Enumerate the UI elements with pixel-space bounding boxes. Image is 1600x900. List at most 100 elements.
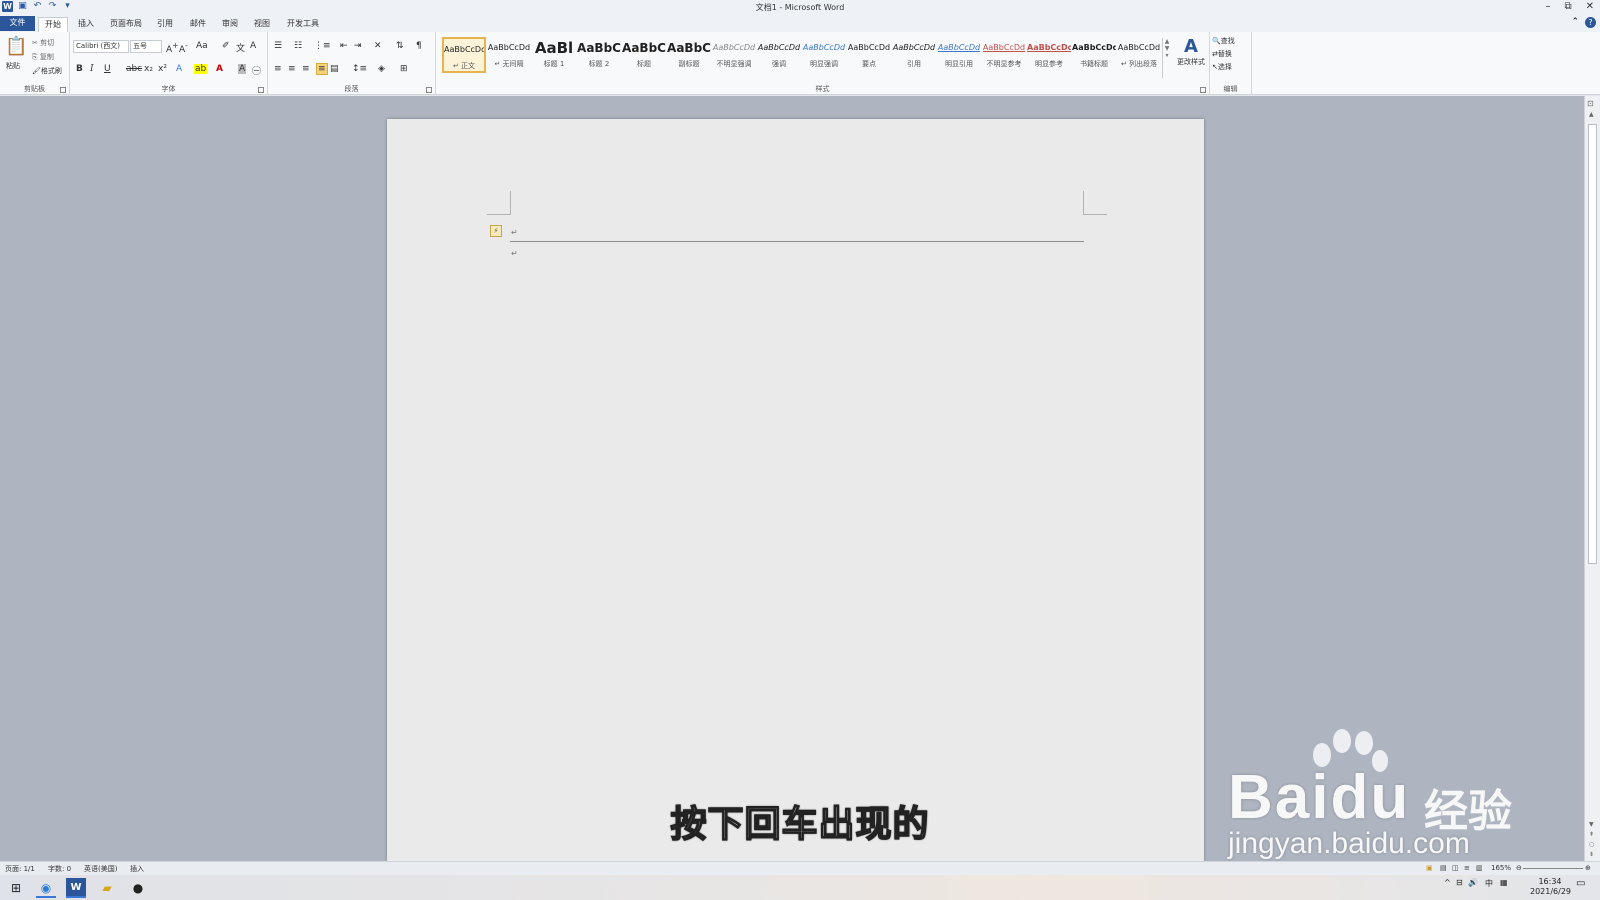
text-effects-icon[interactable]: A <box>176 64 182 74</box>
replace-button[interactable]: ⇄替换 <box>1212 49 1232 59</box>
sort-icon[interactable]: ⇅ <box>396 41 404 51</box>
chinese-layout-icon[interactable]: ✕ <box>374 41 382 51</box>
superscript-icon[interactable]: x² <box>158 64 167 74</box>
char-border-icon[interactable]: A <box>250 41 256 51</box>
more-icon[interactable]: ▾ <box>1165 52 1168 59</box>
zoom-slider[interactable] <box>1523 868 1583 869</box>
ruler-toggle-icon[interactable]: ⊡ <box>1587 99 1594 108</box>
chevron-up-icon[interactable]: ▲ <box>1165 38 1170 45</box>
paste-button[interactable]: 粘贴 <box>6 61 20 71</box>
style-heading-1[interactable]: AaBl 标题 1 <box>532 37 576 73</box>
chevron-down-icon[interactable]: ▼ <box>1165 45 1170 52</box>
tab-references[interactable]: 引用 <box>151 17 179 32</box>
tab-insert[interactable]: 插入 <box>72 17 100 32</box>
next-page-icon[interactable]: ⇟ <box>1589 851 1594 858</box>
language-indicator[interactable]: 英语(美国) <box>84 864 117 874</box>
multilevel-list-icon[interactable]: ⋮≡ <box>314 41 331 51</box>
scroll-up-icon[interactable]: ▲ <box>1589 111 1594 118</box>
increase-indent-icon[interactable]: ⇥ <box>354 41 362 51</box>
zoom-level[interactable]: 165% <box>1491 864 1511 872</box>
subscript-icon[interactable]: x₂ <box>144 64 153 74</box>
format-painter-button[interactable]: 🖌格式刷 <box>32 66 62 76</box>
font-launcher-icon[interactable] <box>258 87 264 93</box>
style-quote[interactable]: AaBbCcDd 引用 <box>892 37 936 73</box>
distributed-icon[interactable]: ▤ <box>330 64 339 74</box>
bullets-icon[interactable]: ☰ <box>274 41 282 51</box>
change-styles-button[interactable]: A 更改样式 <box>1176 36 1206 67</box>
phonetic-guide-icon[interactable]: 文 <box>236 41 245 54</box>
clipboard-launcher-icon[interactable] <box>60 87 66 93</box>
app-icon[interactable]: ● <box>128 878 148 898</box>
highlight-icon[interactable]: ab <box>194 64 208 74</box>
full-screen-reading-icon[interactable]: ▤ <box>1440 864 1447 872</box>
style-list-paragraph[interactable]: AaBbCcDd ↵ 列出段落 <box>1117 37 1161 73</box>
line-spacing-icon[interactable]: ↕≡ <box>352 64 367 74</box>
grow-font-icon[interactable]: A+ <box>166 41 178 55</box>
shrink-font-icon[interactable]: A- <box>179 41 188 55</box>
minimize-ribbon-icon[interactable]: ⌃ <box>1571 17 1579 28</box>
borders-icon[interactable]: ⊞ <box>400 64 408 74</box>
close-button[interactable]: ✕ <box>1586 1 1594 12</box>
browser-icon[interactable]: ◉ <box>36 878 56 898</box>
ime-mode-icon[interactable]: ▦ <box>1500 878 1508 887</box>
ime-indicator[interactable]: 中 <box>1485 878 1493 889</box>
draft-view-icon[interactable]: ▥ <box>1476 864 1483 872</box>
paste-icon[interactable]: 📋 <box>5 36 27 60</box>
tab-developer[interactable]: 开发工具 <box>281 17 325 32</box>
style-heading-2[interactable]: AaBbC 标题 2 <box>577 37 621 73</box>
decrease-indent-icon[interactable]: ⇤ <box>340 41 348 51</box>
minimize-button[interactable]: – <box>1545 1 1550 12</box>
bold-icon[interactable]: B <box>76 64 83 74</box>
zoom-out-icon[interactable]: ⊖ <box>1516 864 1522 872</box>
style-strong[interactable]: AaBbCcDd 要点 <box>847 37 891 73</box>
style-no-spacing[interactable]: AaBbCcDd ↵ 无间隔 <box>487 37 531 73</box>
enclose-char-icon[interactable]: ㊀ <box>252 64 261 77</box>
styles-gallery-scroll[interactable]: ▲ ▼ ▾ <box>1162 38 1171 78</box>
underline-icon[interactable]: U <box>104 64 111 74</box>
style-subtle-emphasis[interactable]: AaBbCcDd 不明显强调 <box>712 37 756 73</box>
italic-icon[interactable]: I <box>90 64 94 74</box>
windows-start-icon[interactable]: ⊞ <box>6 878 26 898</box>
network-icon[interactable]: ⊟ <box>1456 878 1463 887</box>
style-book-title[interactable]: AaBbCcDd 书籍标题 <box>1072 37 1116 73</box>
align-center-icon[interactable]: ≡ <box>288 64 296 74</box>
word-taskbar-icon[interactable]: W <box>66 878 86 898</box>
paragraph-launcher-icon[interactable] <box>426 87 432 93</box>
volume-icon[interactable]: 🔊 <box>1468 878 1478 887</box>
notification-icon[interactable]: ▭ <box>1576 878 1585 889</box>
find-button[interactable]: 🔍查找 <box>1212 36 1235 46</box>
scrollbar-thumb[interactable] <box>1588 124 1597 564</box>
style-intense-quote[interactable]: AaBbCcDd 明显引用 <box>937 37 981 73</box>
document-page[interactable]: ⚡ ↵ ↵ <box>387 119 1204 861</box>
font-color-icon[interactable]: A <box>216 64 223 74</box>
tab-mailings[interactable]: 邮件 <box>184 17 212 32</box>
style-normal[interactable]: AaBbCcDd ↵ 正文 <box>442 37 486 73</box>
insert-mode-indicator[interactable]: 插入 <box>130 864 144 874</box>
vertical-scrollbar[interactable]: ⊡ ▲ ▼ ⇞ ○ ⇟ <box>1584 96 1600 861</box>
cut-button[interactable]: ✂ 剪切 <box>32 38 54 48</box>
char-shading-icon[interactable]: A <box>238 64 247 74</box>
style-intense-reference[interactable]: AaBbCcDd 明显参考 <box>1027 37 1071 73</box>
word-count[interactable]: 字数: 0 <box>48 864 71 874</box>
autocorrect-options-icon[interactable]: ⚡ <box>490 225 502 237</box>
copy-button[interactable]: ⎘ 复制 <box>32 52 54 62</box>
select-button[interactable]: ↖选择 <box>1212 62 1232 72</box>
shading-icon[interactable]: ◈ <box>378 64 385 74</box>
tab-home[interactable]: 开始 <box>38 17 68 32</box>
change-case-icon[interactable]: Aa <box>196 41 208 51</box>
style-emphasis[interactable]: AaBbCcDd 强调 <box>757 37 801 73</box>
show-marks-icon[interactable]: ¶ <box>416 41 422 51</box>
zoom-in-icon[interactable]: ⊕ <box>1585 864 1591 872</box>
style-subtle-reference[interactable]: AaBbCcDd 不明显参考 <box>982 37 1026 73</box>
styles-launcher-icon[interactable] <box>1200 87 1206 93</box>
font-size-select[interactable]: 五号 <box>130 40 162 53</box>
print-layout-icon[interactable]: ▣ <box>1426 864 1433 872</box>
outline-view-icon[interactable]: ≡ <box>1464 864 1470 872</box>
tab-view[interactable]: 视图 <box>248 17 276 32</box>
help-icon[interactable]: ? <box>1585 17 1596 28</box>
font-name-select[interactable]: Calibri (西文) <box>73 40 129 53</box>
clear-format-icon[interactable]: ✐ <box>222 41 230 51</box>
style-intense-emphasis[interactable]: AaBbCcDd 明显强调 <box>802 37 846 73</box>
page-count[interactable]: 页面: 1/1 <box>5 864 35 874</box>
align-left-icon[interactable]: ≡ <box>274 64 282 74</box>
